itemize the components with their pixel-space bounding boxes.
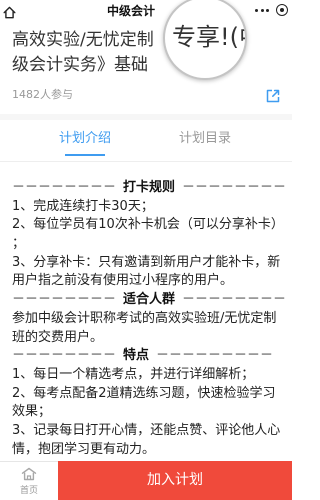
more-dots-icon[interactable] <box>255 9 269 12</box>
section-heading: 打卡规则 <box>123 180 176 195</box>
text-line: 1、每日一个精选考点，并进行详细解析； <box>12 366 255 382</box>
divider-dashes: －－－－－－－－ <box>182 292 287 308</box>
course-title-line: 高效实验/无忧定制 <box>12 30 154 50</box>
magnifier-lens: 专享!(中 <box>163 0 247 80</box>
text-line: 班的交费用户。 <box>12 329 104 345</box>
bottom-home-label: 首页 <box>19 486 38 496</box>
plan-intro-content: －－－－－－－－ 打卡规则 －－－－－－－－ 1、完成连续打卡30天； 2、每位… <box>12 179 288 459</box>
text-line: 效果； <box>12 404 52 420</box>
text-line: ； <box>12 236 26 252</box>
text-line: 2、每考点配备2道精选练习题，快速检验学习 <box>12 385 276 401</box>
divider-dashes: －－－－－－－－ <box>182 180 287 195</box>
divider-dashes: －－－－－－－－ <box>12 180 117 195</box>
participant-count: 1482人参与 <box>12 88 73 101</box>
home-icon[interactable] <box>3 4 16 19</box>
section-divider: －－－－－－－－ 特点 －－－－－－－－－ <box>12 347 288 366</box>
tab-plan-intro[interactable]: 计划介绍 <box>40 120 130 158</box>
section-divider: －－－－－－－－ 打卡规则 －－－－－－－－ <box>12 179 288 198</box>
nav-bar: 中级会计 <box>0 0 292 22</box>
active-tab-indicator <box>65 154 105 156</box>
text-line: 3、分享补卡：只有邀请到新用户才能补卡，新 <box>12 254 281 270</box>
text-line: 情，抱团学习更有动力。 <box>12 441 156 457</box>
text-line: 参加中级会计职称考试的高效实验班/无忧定制 <box>12 310 277 326</box>
text-line: 3、记录每日打开心情，还能点赞、评论他人心 <box>12 422 281 438</box>
nav-title: 中级会计 <box>107 4 156 18</box>
course-title: 高效实验/无忧定制 级会计实务》基础 <box>12 28 154 78</box>
divider-dashes: －－－－－－－－ <box>12 292 117 308</box>
divider-dashes: －－－－－－－－ <box>12 348 117 364</box>
section-divider: －－－－－－－－ 适合人群 －－－－－－－－ <box>12 291 288 310</box>
bottom-home-button[interactable]: 首页 <box>0 461 58 500</box>
course-title-line: 级会计实务》基础 <box>12 55 148 75</box>
magnified-title-text: 专享!(中 <box>172 23 245 51</box>
join-plan-button[interactable]: 加入计划 <box>58 461 292 500</box>
section-heading: 特点 <box>123 348 150 364</box>
tab-plan-catalog[interactable]: 计划目录 <box>160 120 250 158</box>
share-icon[interactable] <box>266 88 280 103</box>
tab-bar: 计划介绍 计划目录 <box>0 120 292 162</box>
capsule-close-icon[interactable] <box>276 4 288 16</box>
section-heading: 适合人群 <box>123 292 176 308</box>
text-line: 用户指之前没有使用过小程序的用户。 <box>12 273 234 289</box>
divider-dashes: －－－－－－－－－ <box>156 348 274 364</box>
text-line: 1、完成连续打卡30天； <box>12 198 154 214</box>
text-line: 2、每位学员有10次补卡机会（可以分享补卡） <box>12 217 284 233</box>
home-icon <box>21 466 37 481</box>
